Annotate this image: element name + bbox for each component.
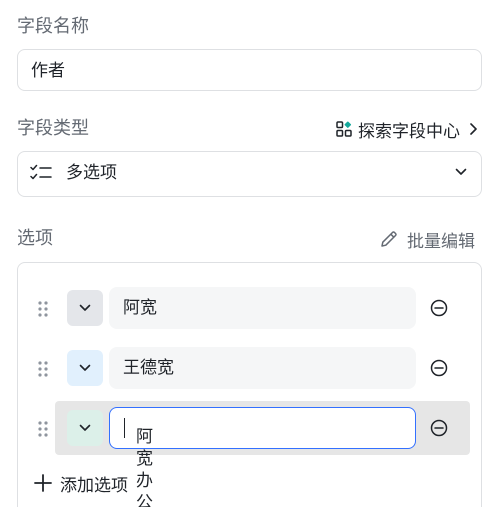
chevron-down-icon: [79, 304, 91, 311]
drag-handle-icon[interactable]: [37, 420, 49, 438]
remove-option-icon[interactable]: [430, 419, 448, 437]
chevron-right-icon: [470, 123, 477, 135]
pencil-icon: [381, 231, 397, 247]
chevron-down-icon: [79, 424, 91, 431]
option-input[interactable]: 阿宽: [109, 287, 416, 329]
field-name-label: 字段名称: [17, 16, 89, 37]
option-value: 王德宽: [123, 358, 174, 378]
multi-select-icon: [30, 164, 52, 180]
remove-option-icon[interactable]: [430, 359, 448, 377]
field-type-select[interactable]: 多选项: [17, 151, 482, 197]
add-option-label: 添加选项: [60, 475, 128, 496]
chevron-down-icon: [79, 364, 91, 371]
option-input[interactable]: 阿宽办公: [109, 407, 416, 507]
drag-handle-icon[interactable]: [37, 360, 49, 378]
explore-field-center-link[interactable]: 探索字段中心: [336, 118, 478, 142]
plus-icon: [34, 474, 52, 492]
option-row: 王德宽: [18, 341, 481, 395]
option-value: 阿宽: [123, 298, 157, 318]
batch-edit-label: 批量编辑: [407, 231, 475, 252]
batch-edit-button[interactable]: 批量编辑: [379, 228, 475, 252]
option-value: 阿宽办公: [136, 427, 153, 507]
field-type-label: 字段类型: [17, 118, 89, 139]
option-row: 阿宽办公: [18, 401, 481, 507]
field-name-value: 作者: [31, 61, 65, 81]
text-caret: [124, 418, 125, 438]
option-color-picker[interactable]: [67, 290, 103, 326]
explore-field-center-label: 探索字段中心: [358, 121, 460, 142]
option-input[interactable]: 王德宽: [109, 347, 416, 389]
option-color-picker[interactable]: [67, 350, 103, 386]
options-list: 阿宽 王德宽 阿宽办公 添加选项: [17, 262, 482, 507]
option-value-wrapper: 阿宽办公: [123, 417, 153, 507]
add-option-button[interactable]: 添加选项: [34, 471, 128, 496]
field-center-grid-icon: [336, 121, 352, 137]
option-row: 阿宽: [18, 281, 481, 335]
field-settings-panel: 字段名称 作者 字段类型 探索字段中心 多选项 选项 批量编辑 阿宽 王德宽 阿…: [0, 0, 492, 507]
options-label: 选项: [17, 228, 53, 249]
field-name-input[interactable]: 作者: [17, 49, 482, 91]
remove-option-icon[interactable]: [430, 299, 448, 317]
chevron-down-icon: [455, 168, 467, 175]
field-type-value: 多选项: [66, 163, 117, 183]
drag-handle-icon[interactable]: [37, 300, 49, 318]
option-color-picker[interactable]: [67, 410, 103, 446]
